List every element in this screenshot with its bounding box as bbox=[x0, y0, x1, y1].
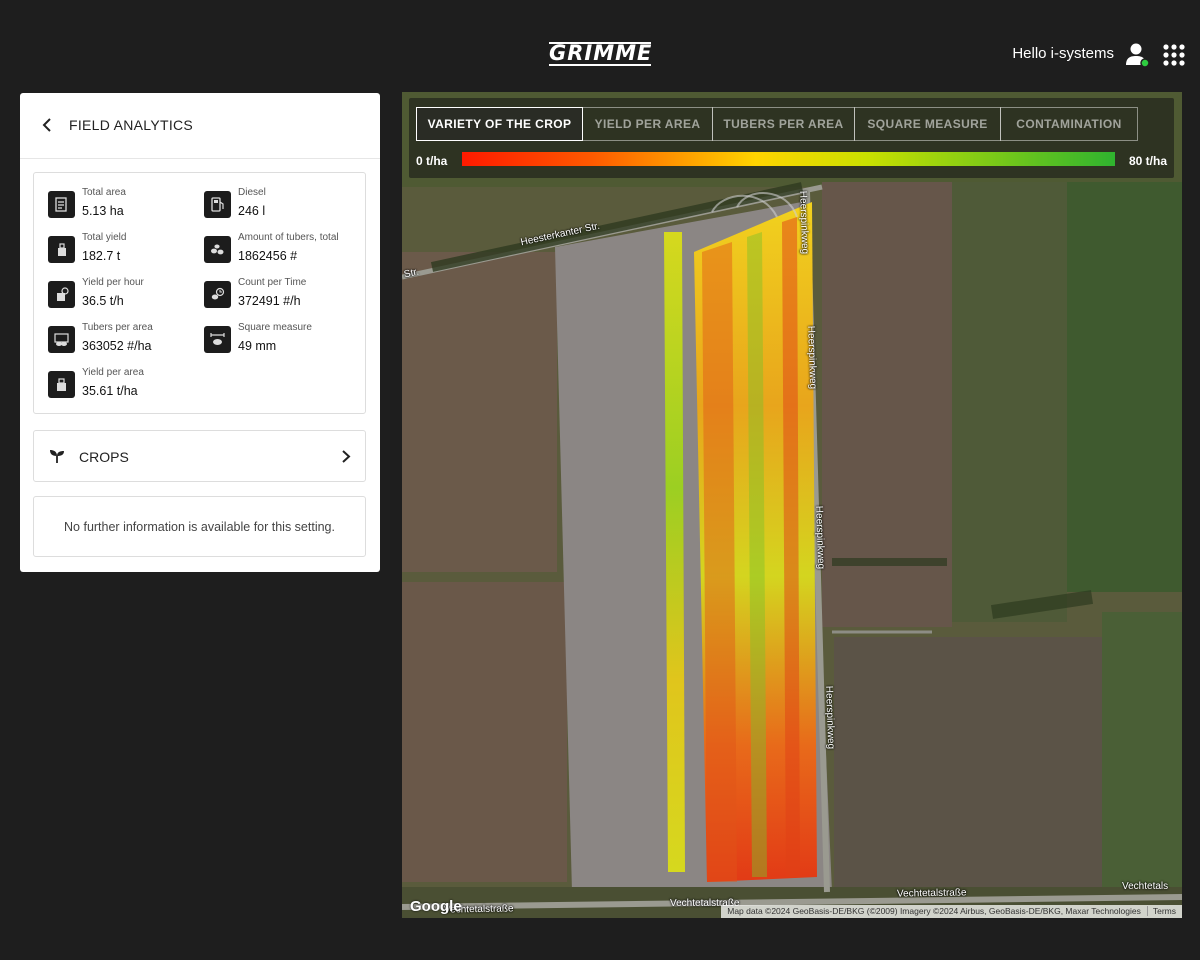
tab-yield-per-area[interactable]: YIELD PER AREA bbox=[582, 107, 713, 141]
info-card: No further information is available for … bbox=[33, 496, 366, 557]
apps-grid-icon[interactable] bbox=[1163, 44, 1185, 66]
user-greeting: Hello i-systems bbox=[1012, 45, 1114, 62]
stats-card: Total area 5.13 ha Diesel 246 l Total yi… bbox=[33, 172, 366, 414]
tubers-icon bbox=[204, 236, 231, 263]
road-label: Vechtetalstraße bbox=[896, 887, 967, 900]
field-map[interactable]: VARIETY OF THE CROP YIELD PER AREA TUBER… bbox=[402, 92, 1182, 918]
stat-amount-tubers: Amount of tubers, total 1862456 # bbox=[204, 232, 354, 272]
map-tabs: VARIETY OF THE CROP YIELD PER AREA TUBER… bbox=[416, 107, 1138, 141]
tab-contamination[interactable]: CONTAMINATION bbox=[1000, 107, 1138, 141]
tubers-area-icon bbox=[48, 326, 75, 353]
yield-scale-bar bbox=[462, 152, 1115, 166]
road-label: Vechtetals bbox=[1122, 881, 1169, 892]
fuel-icon bbox=[204, 191, 231, 218]
area-icon bbox=[48, 191, 75, 218]
top-bar: GRIMME Hello i-systems bbox=[0, 0, 1200, 92]
stat-yield-per-hour: Yield per hour 36.5 t/h bbox=[48, 277, 198, 317]
stat-yield-per-area: Yield per area 35.61 t/ha bbox=[48, 367, 198, 407]
panel-title: FIELD ANALYTICS bbox=[69, 117, 194, 133]
stat-square-measure: Square measure 49 mm bbox=[204, 322, 354, 362]
yield-area-icon bbox=[48, 371, 75, 398]
yield-icon bbox=[48, 236, 75, 263]
road-label: Heerspinkweg bbox=[805, 325, 819, 390]
stat-total-area: Total area 5.13 ha bbox=[48, 187, 198, 227]
map-attribution: Map data ©2024 GeoBasis-DE/BKG (©2009) I… bbox=[721, 905, 1182, 918]
stat-tubers-per-area: Tubers per area 363052 #/ha bbox=[48, 322, 198, 362]
road-label: Heerspinkweg bbox=[813, 505, 827, 570]
road-label: Heerspinkweg bbox=[823, 685, 837, 750]
yield-hour-icon bbox=[48, 281, 75, 308]
terms-link[interactable]: Terms bbox=[1146, 906, 1176, 916]
stat-diesel: Diesel 246 l bbox=[204, 187, 354, 227]
chevron-right-icon bbox=[342, 450, 351, 463]
field-analytics-panel: FIELD ANALYTICS Total area 5.13 ha Diese… bbox=[20, 93, 380, 572]
panel-header: FIELD ANALYTICS bbox=[20, 93, 380, 159]
stat-total-yield: Total yield 182.7 t bbox=[48, 232, 198, 272]
square-measure-icon bbox=[204, 326, 231, 353]
crops-label: CROPS bbox=[79, 449, 129, 465]
tab-variety-of-crop[interactable]: VARIETY OF THE CROP bbox=[416, 107, 583, 141]
map-controls: VARIETY OF THE CROP YIELD PER AREA TUBER… bbox=[409, 98, 1174, 178]
road-label: Heerspinkweg bbox=[797, 190, 811, 255]
back-arrow-icon[interactable] bbox=[40, 117, 54, 133]
tab-square-measure[interactable]: SQUARE MEASURE bbox=[854, 107, 1001, 141]
tab-tubers-per-area[interactable]: TUBERS PER AREA bbox=[712, 107, 855, 141]
count-time-icon bbox=[204, 281, 231, 308]
scale-min-label: 0 t/ha bbox=[416, 154, 448, 168]
user-icon[interactable] bbox=[1125, 42, 1149, 68]
scale-max-label: 80 t/ha bbox=[1128, 154, 1167, 168]
online-status-icon bbox=[1140, 58, 1149, 68]
satellite-imagery bbox=[402, 92, 1182, 918]
google-logo[interactable]: Google bbox=[410, 898, 462, 915]
grimme-logo[interactable]: GRIMME bbox=[549, 42, 651, 66]
sprout-icon bbox=[50, 450, 64, 463]
stat-count-per-time: Count per Time 372491 #/h bbox=[204, 277, 354, 317]
info-message: No further information is available for … bbox=[64, 520, 335, 534]
crops-section-button[interactable]: CROPS bbox=[33, 430, 366, 482]
